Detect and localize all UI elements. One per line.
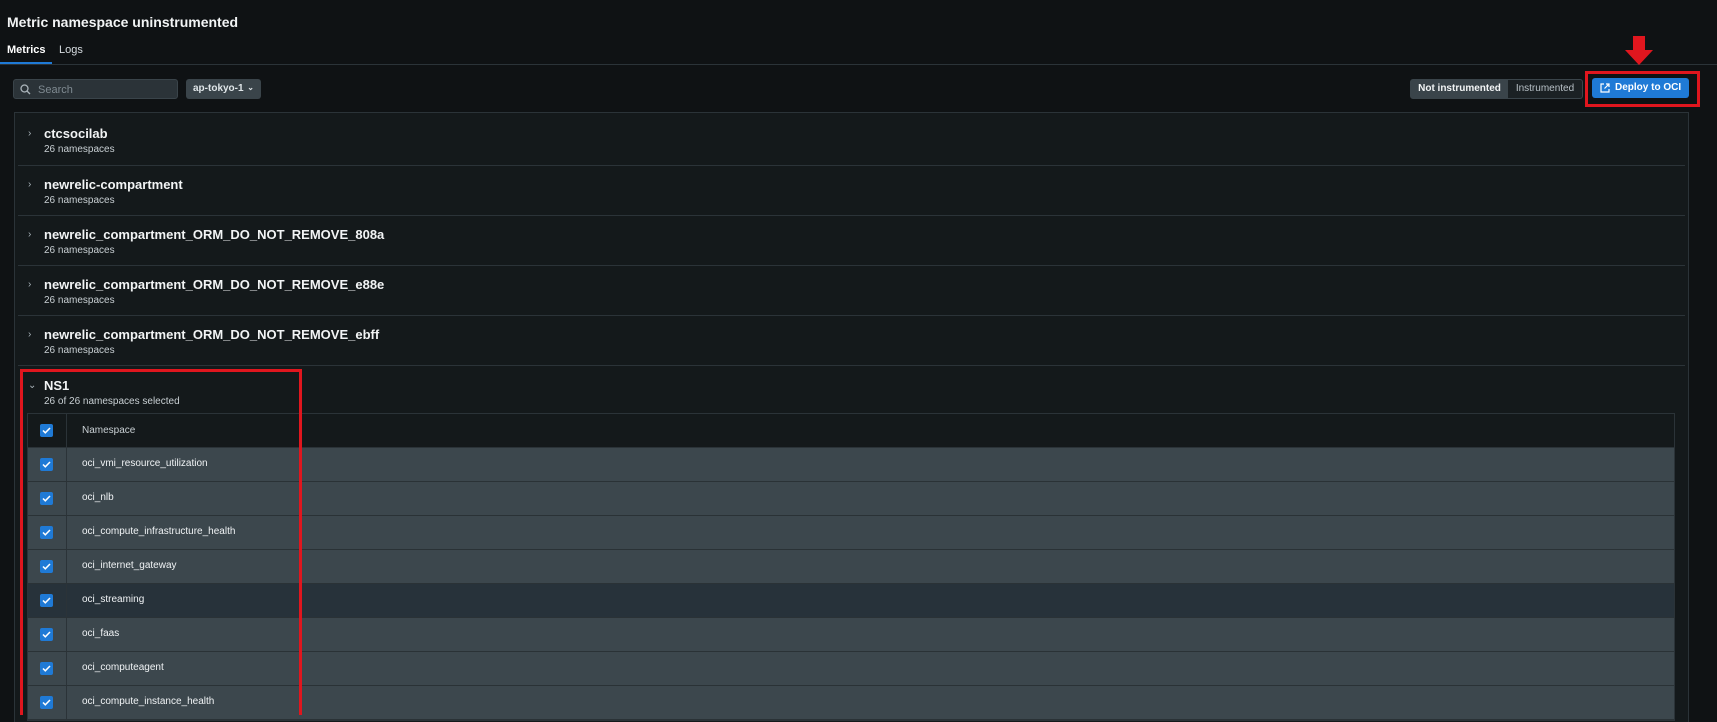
region-dropdown[interactable]: ap-tokyo-1 ⌄ <box>186 79 261 99</box>
group-count: 26 namespaces <box>44 345 115 356</box>
group-ctcsocilab[interactable]: › ctcsocilab 26 namespaces <box>18 114 1685 166</box>
deploy-to-oci-button[interactable]: Deploy to OCI <box>1592 78 1689 98</box>
chevron-right-icon[interactable]: › <box>28 179 31 190</box>
not-instrumented-option[interactable]: Not instrumented <box>1411 80 1508 98</box>
search-icon <box>20 84 31 95</box>
page-title: Metric namespace uninstrumented <box>7 14 239 30</box>
ns1-highlight-box <box>20 369 302 715</box>
active-tab-indicator <box>0 62 52 64</box>
group-count: 26 namespaces <box>44 245 115 256</box>
group-newrelic-compartment[interactable]: › newrelic-compartment 26 namespaces <box>18 165 1685 216</box>
instrumentation-toggle: Not instrumented Instrumented <box>1410 79 1583 99</box>
search-box[interactable] <box>13 79 178 99</box>
chevron-right-icon[interactable]: › <box>28 229 31 240</box>
group-count: 26 namespaces <box>44 144 115 155</box>
chevron-down-icon: ⌄ <box>247 83 254 92</box>
instrumented-option[interactable]: Instrumented <box>1508 80 1582 98</box>
search-input[interactable] <box>36 81 175 99</box>
chevron-right-icon[interactable]: › <box>28 128 31 139</box>
external-link-icon <box>1600 83 1610 93</box>
tab-logs[interactable]: Logs <box>59 44 83 56</box>
group-name: newrelic_compartment_ORM_DO_NOT_REMOVE_e… <box>44 327 380 342</box>
group-name: newrelic_compartment_ORM_DO_NOT_REMOVE_e… <box>44 277 385 292</box>
tab-bar: Metrics Logs <box>0 40 1717 65</box>
chevron-right-icon[interactable]: › <box>28 329 31 340</box>
down-arrow-annotation-icon <box>1625 36 1653 65</box>
group-name: newrelic_compartment_ORM_DO_NOT_REMOVE_8… <box>44 227 385 242</box>
group-orm-ebff[interactable]: › newrelic_compartment_ORM_DO_NOT_REMOVE… <box>18 315 1685 366</box>
group-count: 26 namespaces <box>44 295 115 306</box>
group-orm-808a[interactable]: › newrelic_compartment_ORM_DO_NOT_REMOVE… <box>18 215 1685 266</box>
group-orm-e88e[interactable]: › newrelic_compartment_ORM_DO_NOT_REMOVE… <box>18 265 1685 316</box>
region-value: ap-tokyo-1 <box>193 83 244 94</box>
chevron-right-icon[interactable]: › <box>28 279 31 290</box>
tab-metrics[interactable]: Metrics <box>7 44 46 56</box>
deploy-label: Deploy to OCI <box>1615 82 1682 93</box>
group-name: newrelic-compartment <box>44 177 183 192</box>
group-count: 26 namespaces <box>44 195 115 206</box>
group-name: ctcsocilab <box>44 126 108 141</box>
